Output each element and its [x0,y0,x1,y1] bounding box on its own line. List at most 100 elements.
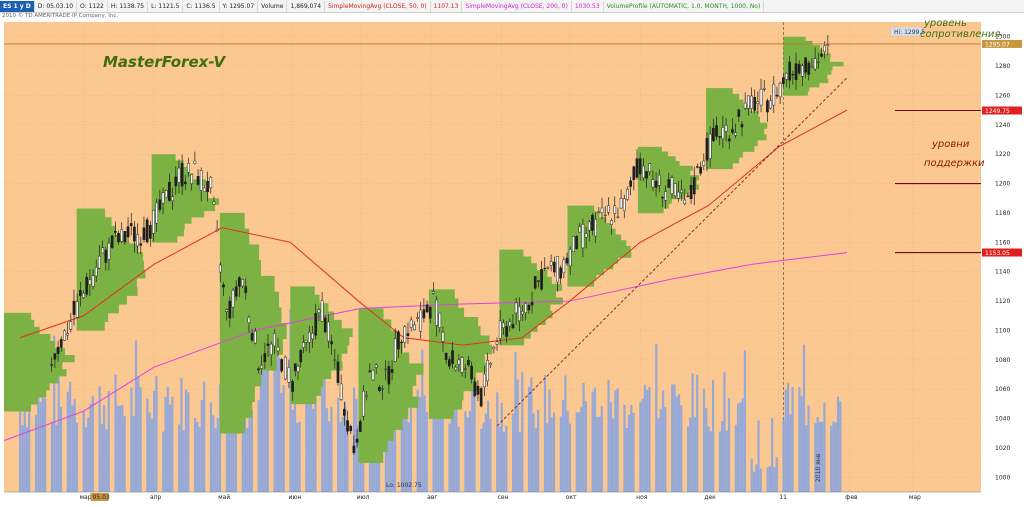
volume-bar [25,427,29,492]
y-tick-label: 1180 [995,210,1010,217]
candle-body [155,202,159,224]
candle-body [788,61,792,81]
candle-body [607,205,610,213]
profile-block [219,323,287,340]
candle-body [349,425,353,432]
volume-bar [171,396,174,492]
volume-bar [552,412,556,492]
volume-bar [180,378,183,492]
candle-body [762,88,766,90]
volume-bar [471,373,474,492]
volume-bar [437,387,440,492]
candle-body [250,333,254,341]
price-chart[interactable]: 1295.07 1249.75 1153.05 1000 1020 1040 1060 108… [0,0,1024,507]
volume-bar [118,405,122,492]
hi-marker: Hi: 1299.5 [894,29,925,36]
candle-body [508,321,512,327]
candle-body [273,333,276,347]
y-tick-label: 1120 [995,298,1010,305]
volume-bar [734,424,737,492]
candle-body [568,249,572,267]
y-tick-label: 1220 [995,151,1010,158]
candle-body [727,138,731,142]
high-readout: H: 1138.75 [108,0,149,12]
profile-block [151,210,205,218]
volume-bar [187,392,190,492]
profile-block [358,341,403,353]
candle-body [161,192,165,204]
candle-body [302,342,305,348]
candle-body [419,309,423,332]
volume-bar [496,392,499,492]
candle-body [139,243,143,246]
profile-block [428,317,479,327]
volume-bar [384,394,388,492]
profile-block [4,390,47,398]
volume-bar [416,389,419,492]
candle-body [225,309,229,312]
y-readout: Y: 1295.07 [220,0,259,12]
volume-bar [832,421,835,492]
profile-block [76,295,127,305]
profile-block [76,269,146,279]
volume-bar [28,396,31,492]
profile-block [4,383,50,391]
volume-bar [34,414,38,492]
candle-body [810,66,814,68]
candle-body [495,341,499,345]
volume-bar [736,403,740,492]
profile-block [567,269,604,276]
symbol-label[interactable]: ES 1 y D [0,0,35,12]
volume-bar [466,417,469,492]
volume-bar [37,392,40,492]
candle-body [667,179,671,188]
resistance-label-line1: уровень [923,18,967,29]
candle-body [409,319,413,328]
volume-bar [839,401,842,492]
profile-block [4,397,38,405]
profile-block [706,151,743,158]
candle-body [299,350,303,363]
volume-bar [323,377,326,492]
volume-bar [105,429,108,492]
y-tick-label: 1140 [995,269,1010,276]
resistance-label-line2: сопротивления [920,29,1000,40]
profile-block [290,378,324,388]
volume-bar [687,426,690,492]
volume-bar [582,382,585,492]
profile-block [783,40,813,46]
candle-body [587,221,591,231]
plot-area[interactable] [4,22,981,492]
candle-body [530,302,534,306]
profile-block [499,270,548,278]
volume-bar [677,394,681,492]
candle-body [546,267,550,269]
sma200-study-label[interactable]: SimpleMovingAvg (CLOSE, 200, 0) [462,0,572,12]
volume-bar [727,398,731,492]
volume-bar [627,414,631,492]
volume-bar [21,425,24,492]
volume-bar [234,341,238,492]
volume-bar [41,391,44,492]
sma50-study-label[interactable]: SimpleMovingAvg (CLOSE, 50, 0) [325,0,431,12]
candle-body [110,235,114,248]
profile-block [151,166,190,174]
candle-body [597,211,601,213]
volume-bar [225,422,228,492]
volume-profile-study-label[interactable]: VolumeProfile (AUTOMATIC, 1.0, MONTH, 10… [604,0,765,12]
volume-bar [566,410,569,492]
profile-block [219,386,255,403]
profile-block [567,274,597,281]
candle-body [339,383,343,400]
volume-bar [500,402,503,492]
candle-body [183,181,187,185]
candle-body [629,180,632,187]
candle-body [759,88,763,106]
candle-body [670,177,674,194]
volume-bar [98,386,101,492]
profile-block [151,160,184,168]
candle-body [435,299,438,326]
volume-bar [484,413,487,492]
volume-bar [337,397,340,492]
profile-block [4,369,67,377]
